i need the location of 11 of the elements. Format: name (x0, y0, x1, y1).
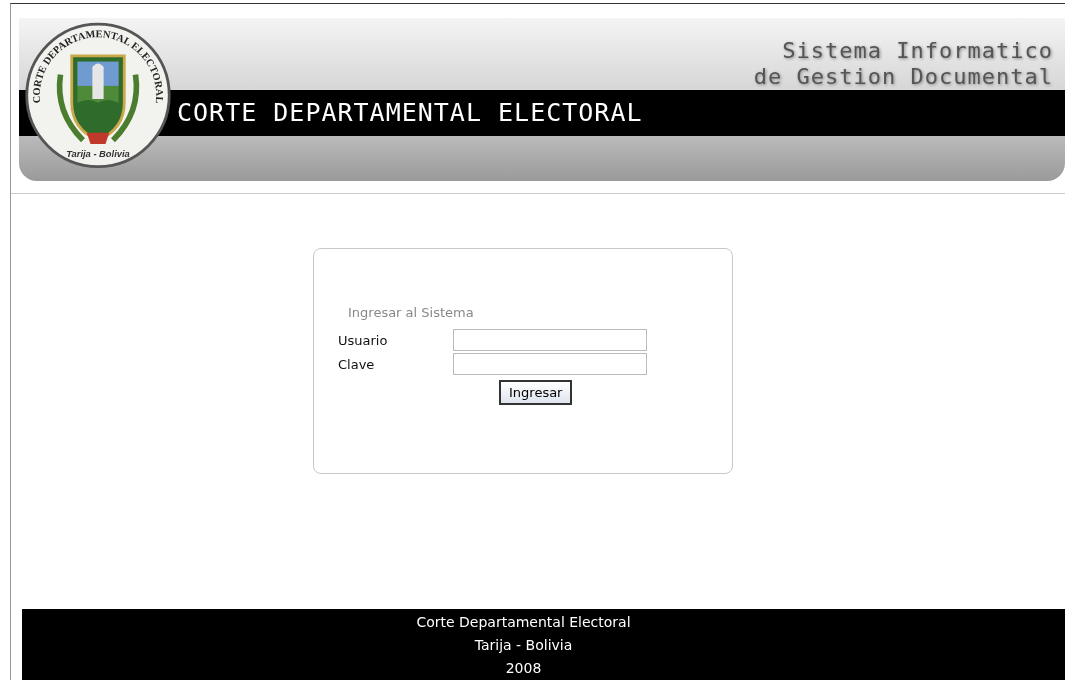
footer-text: Corte Departamental Electoral (415, 613, 632, 632)
field-label: Usuario (338, 332, 389, 348)
footer-text: Tarija - Bolivia (473, 636, 574, 655)
login-heading: Ingresar al Sistema (348, 305, 475, 320)
input-field[interactable] (453, 329, 647, 351)
field-label: Clave (338, 356, 376, 372)
input-field[interactable] (453, 353, 647, 375)
system-name: Sistema Informatico de Gestion Documental (753, 38, 1053, 90)
login-button[interactable]: Ingresar (499, 380, 573, 405)
banner-title: CORTE DEPARTAMENTAL ELECTORAL (177, 98, 643, 127)
footer-text: 2008 (504, 659, 543, 678)
